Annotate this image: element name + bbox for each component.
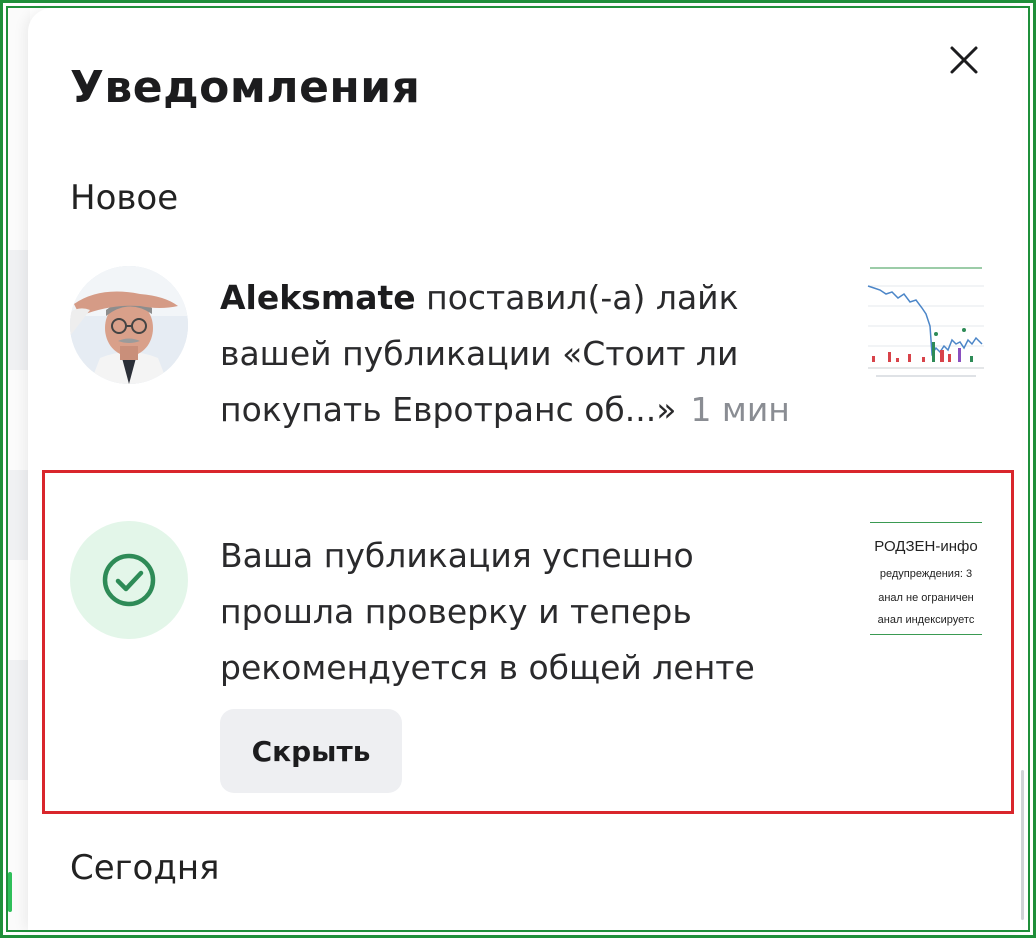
moderation-line3: рекомендуется в общей ленте xyxy=(220,648,755,687)
hide-button[interactable]: Скрыть xyxy=(220,709,402,793)
moderation-line1: Ваша публикация успешно xyxy=(220,536,694,575)
chart-thumbnail-image xyxy=(867,267,984,377)
background-page xyxy=(8,8,30,930)
section-today-label: Сегодня xyxy=(70,848,220,888)
panel-title: Уведомления xyxy=(70,62,421,113)
close-icon xyxy=(950,46,978,74)
close-button[interactable] xyxy=(940,36,988,84)
background-block xyxy=(8,470,30,560)
thumbnail-row3: анал индексируетс xyxy=(877,614,975,626)
notification-time: 1 мин xyxy=(690,390,790,429)
thumbnail-bottom-line xyxy=(870,634,982,635)
notification-line3: покупать Евротранс об...» xyxy=(220,390,677,429)
publication-thumbnail[interactable]: РОДЗЕН-инфо редупреждения: 3 анал не огр… xyxy=(866,518,986,636)
notification-action: поставил(-а) лайк xyxy=(426,278,739,317)
like-notification-text: Aleksmate поставил(-а) лайк вашей публик… xyxy=(220,270,790,438)
scrollbar[interactable] xyxy=(1021,770,1024,920)
moderation-line2: прошла проверку и теперь xyxy=(220,592,692,631)
notification-line2: вашей публикации «Стоит ли xyxy=(220,334,739,373)
avatar-image xyxy=(70,266,188,384)
notification-username[interactable]: Aleksmate xyxy=(220,278,416,317)
check-status-badge xyxy=(70,521,188,639)
section-new-label: Новое xyxy=(70,178,179,218)
moderation-notification-text: Ваша публикация успешно прошла проверку … xyxy=(220,528,755,696)
thumbnail-row2: анал не ограничен xyxy=(878,592,974,604)
thumbnail-title: РОДЗЕН-инфо xyxy=(874,538,978,555)
background-block xyxy=(8,250,30,370)
check-circle-icon xyxy=(102,553,156,607)
background-block xyxy=(8,660,30,780)
user-avatar[interactable] xyxy=(70,266,188,384)
chart-thumbnail[interactable] xyxy=(866,264,986,382)
background-accent xyxy=(8,872,12,912)
thumbnail-top-line xyxy=(870,522,982,523)
thumbnail-row1: редупреждения: 3 xyxy=(879,568,973,580)
notifications-panel xyxy=(28,8,1022,930)
